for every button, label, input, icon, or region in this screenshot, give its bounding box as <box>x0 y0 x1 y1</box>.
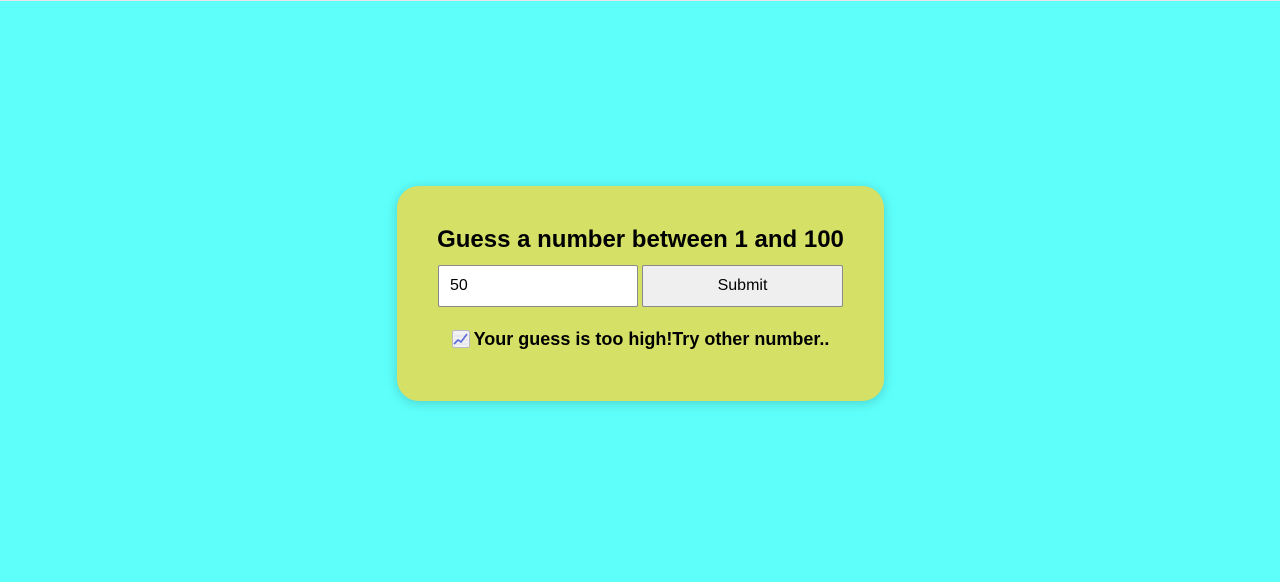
feedback-message: Your guess is too high!Try other number.… <box>397 329 884 350</box>
guess-input[interactable] <box>438 265 638 307</box>
feedback-text: Your guess is too high!Try other number.… <box>473 329 830 349</box>
game-card: Guess a number between 1 and 100 Submit … <box>397 186 884 401</box>
submit-button[interactable]: Submit <box>642 265 843 307</box>
game-title: Guess a number between 1 and 100 <box>437 226 844 253</box>
chart-increasing-icon <box>451 330 470 348</box>
